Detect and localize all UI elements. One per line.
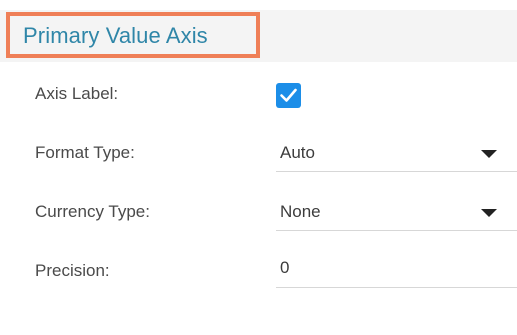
- checkmark-icon: [280, 88, 297, 102]
- precision-label: Precision:: [35, 261, 110, 280]
- format-type-label: Format Type:: [35, 143, 135, 162]
- caret-down-icon[interactable]: [481, 150, 497, 158]
- axis-label-label: Axis Label:: [35, 84, 119, 103]
- caret-down-icon[interactable]: [481, 209, 497, 217]
- precision-input[interactable]: 0: [276, 252, 517, 288]
- section-title-highlight: Primary Value Axis: [6, 12, 260, 58]
- format-type-value: Auto: [280, 143, 315, 162]
- axis-label-checkbox[interactable]: [276, 83, 301, 108]
- currency-type-value: None: [280, 202, 321, 221]
- currency-type-label: Currency Type:: [35, 202, 150, 221]
- properties-panel: Primary Value Axis Axis Label: Format Ty…: [0, 0, 517, 335]
- section-title: Primary Value Axis: [23, 23, 208, 48]
- precision-value: 0: [280, 258, 290, 277]
- format-type-dropdown[interactable]: Auto: [276, 136, 517, 172]
- currency-type-dropdown[interactable]: None: [276, 195, 517, 231]
